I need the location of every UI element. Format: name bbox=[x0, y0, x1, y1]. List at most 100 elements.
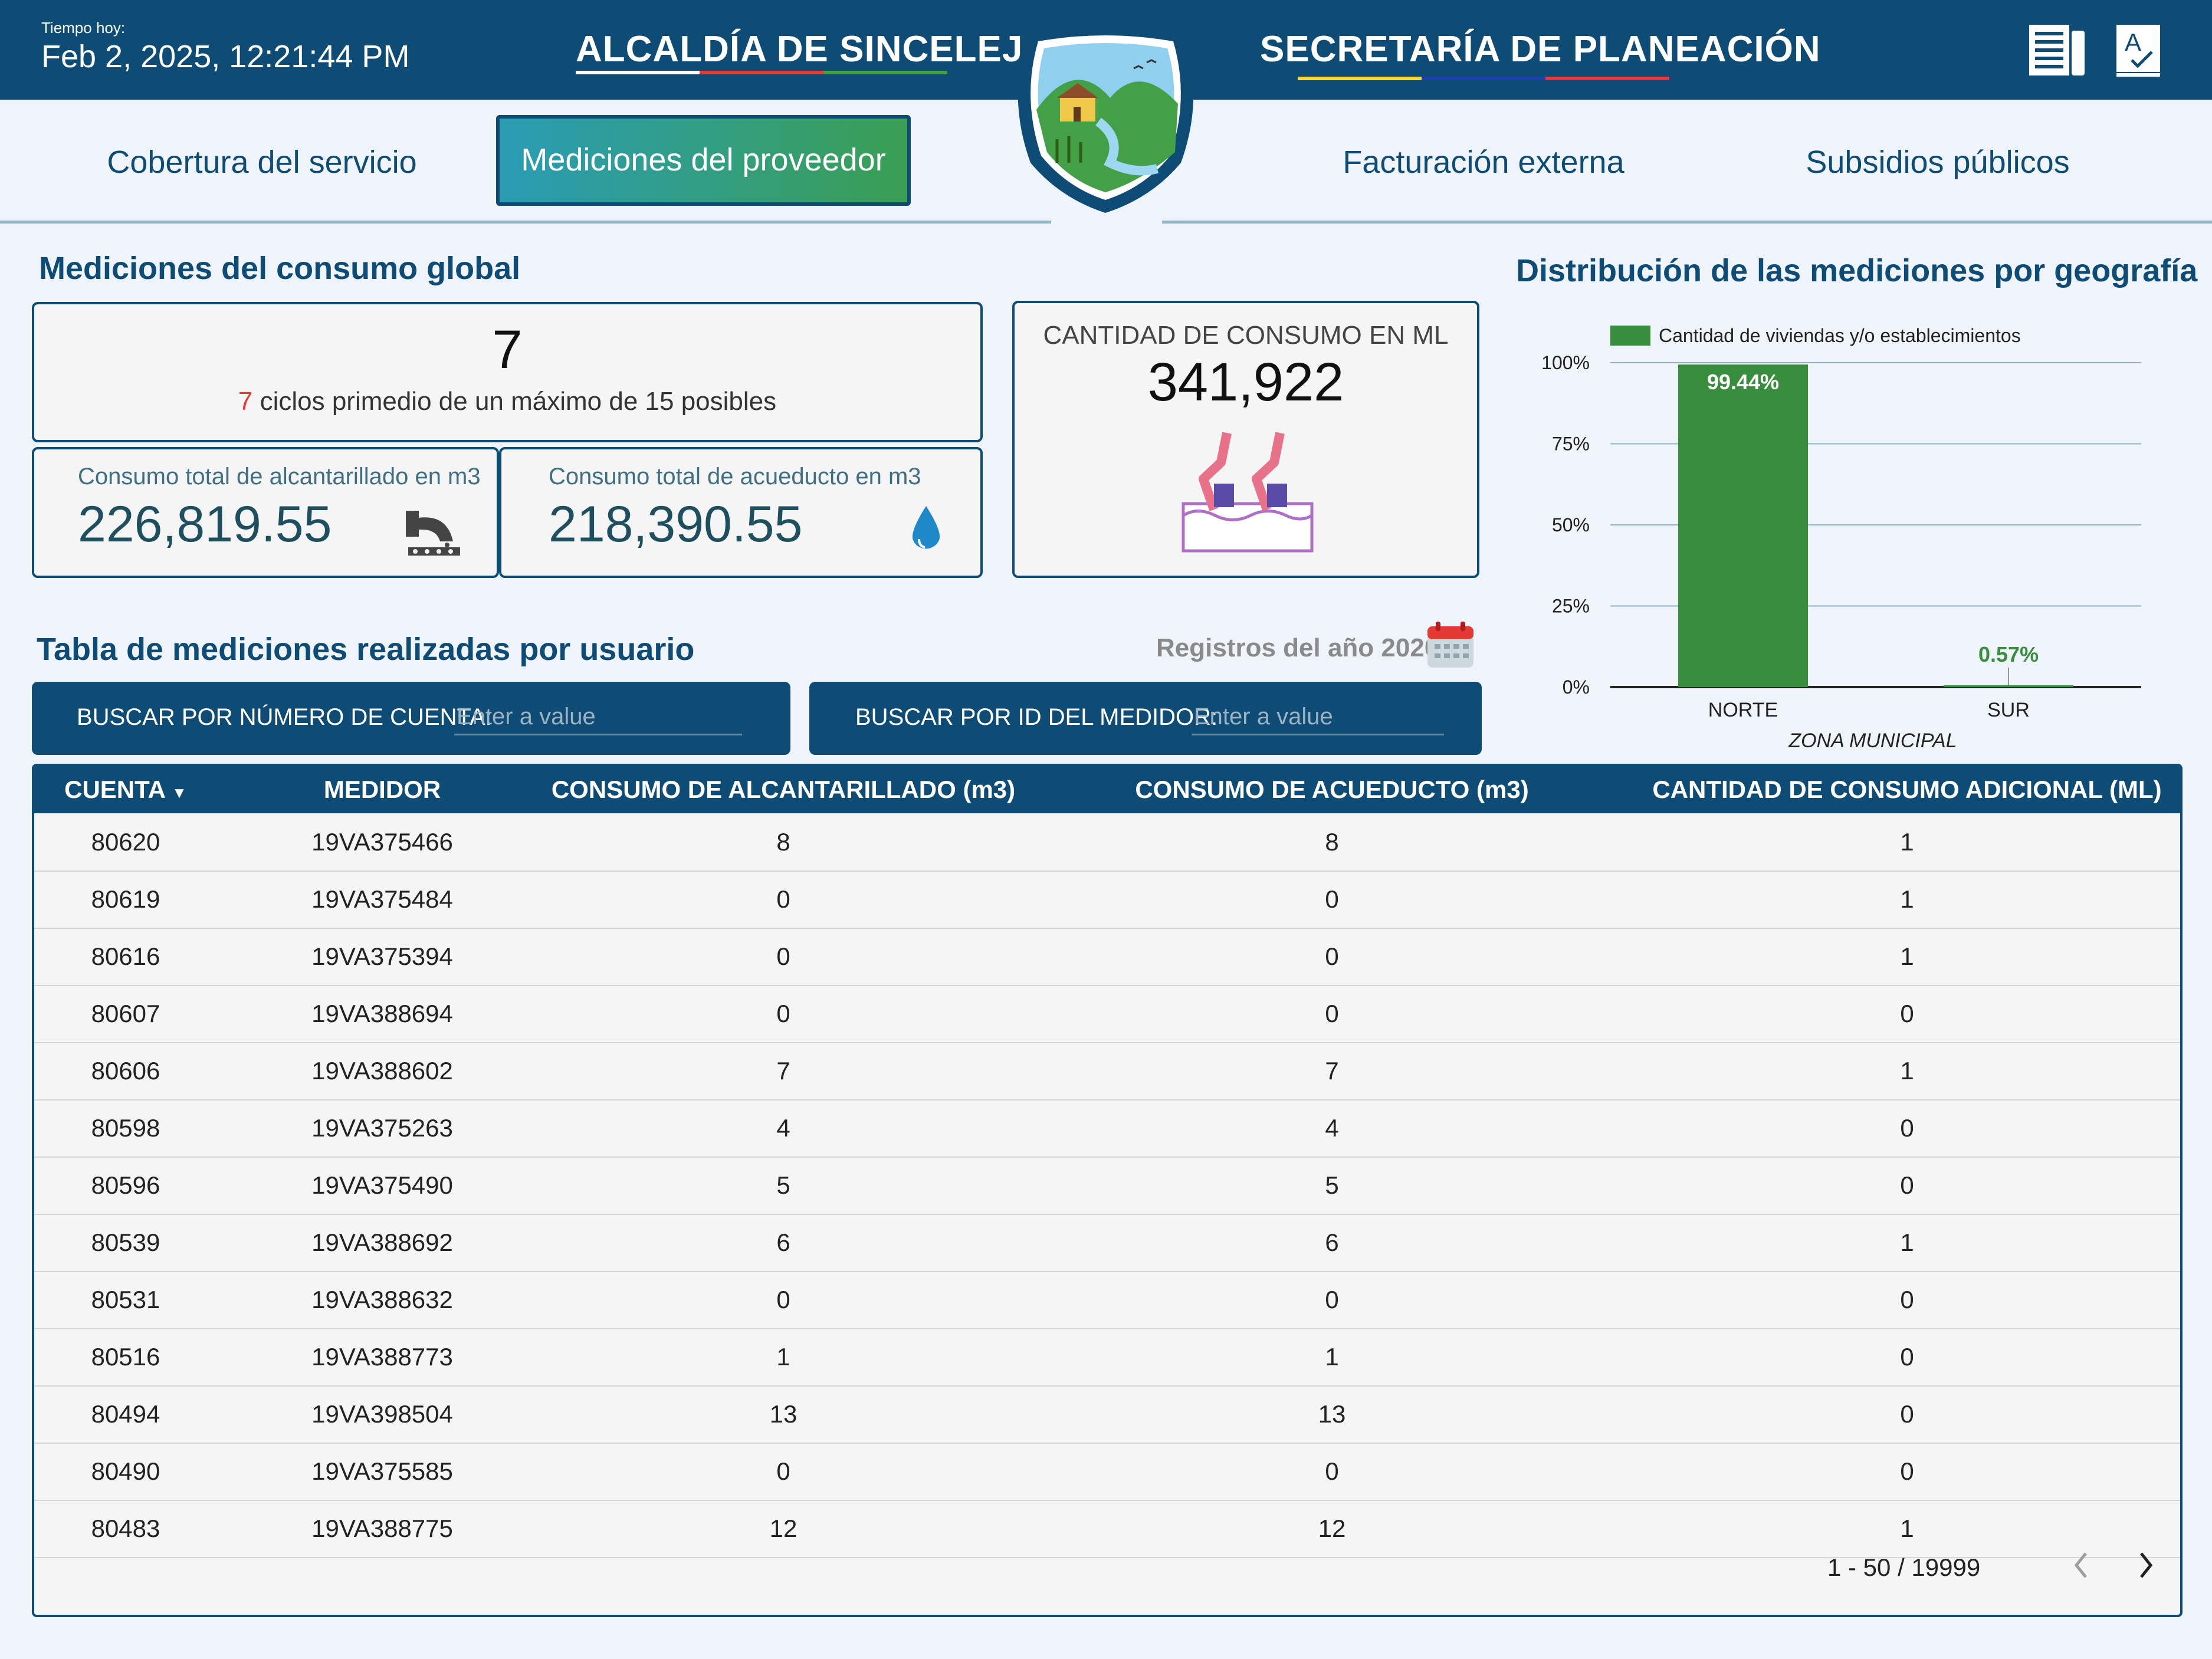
cell-cuenta: 80596 bbox=[91, 1171, 160, 1199]
cell-medidor: 19VA375484 bbox=[311, 885, 453, 913]
table-row[interactable]: 80596 19VA375490 5 5 0 bbox=[34, 1157, 2180, 1215]
cell-alcantarillado: 0 bbox=[776, 885, 790, 913]
cell-medidor: 19VA375263 bbox=[311, 1114, 453, 1142]
table-header: CUENTA ▼ MEDIDOR CONSUMO DE ALCANTARILLA… bbox=[34, 766, 2180, 813]
table-row[interactable]: 80531 19VA388632 0 0 0 bbox=[34, 1271, 2180, 1329]
table-row[interactable]: 80607 19VA388694 0 0 0 bbox=[34, 985, 2180, 1043]
table-row[interactable]: 80516 19VA388773 1 1 0 bbox=[34, 1328, 2180, 1387]
cell-consumo-adicional: 1 bbox=[1900, 942, 1914, 970]
ciclos-highlight: 7 bbox=[238, 387, 253, 416]
cell-alcantarillado: 6 bbox=[776, 1228, 790, 1256]
cell-medidor: 19VA388773 bbox=[311, 1343, 453, 1371]
tab-subsidios[interactable]: Subsidios públicos bbox=[1761, 118, 2115, 206]
cell-consumo-adicional: 0 bbox=[1900, 1000, 1914, 1027]
cell-medidor: 19VA375490 bbox=[311, 1171, 453, 1199]
time-label: Tiempo hoy: bbox=[41, 19, 126, 37]
tab-facturacion[interactable]: Facturación externa bbox=[1298, 118, 1669, 206]
cell-alcantarillado: 7 bbox=[776, 1057, 790, 1085]
cell-cuenta: 80531 bbox=[91, 1286, 160, 1313]
cell-consumo-adicional: 1 bbox=[1900, 828, 1914, 856]
bar-sur[interactable] bbox=[1944, 685, 2073, 687]
cell-acueducto: 0 bbox=[1325, 942, 1339, 970]
search-medidor-bar: BUSCAR POR ID DEL MEDIDOR: bbox=[809, 682, 1482, 755]
alcantarillado-value: 226,819.55 bbox=[78, 496, 332, 553]
registros-label: Registros del año 2020 bbox=[1156, 633, 1439, 662]
cell-cuenta: 80598 bbox=[91, 1114, 160, 1142]
table-row[interactable]: 80490 19VA375585 0 0 0 bbox=[34, 1443, 2180, 1501]
cell-cuenta: 80490 bbox=[91, 1457, 160, 1485]
cell-acueducto: 1 bbox=[1325, 1343, 1339, 1371]
cell-medidor: 19VA398504 bbox=[311, 1400, 453, 1428]
cell-acueducto: 13 bbox=[1318, 1400, 1346, 1428]
table-row[interactable]: 80598 19VA375263 4 4 0 bbox=[34, 1099, 2180, 1158]
left-title: ALCALDÍA DE SINCELEJO bbox=[576, 29, 1052, 70]
column-header-medidor[interactable]: MEDIDOR bbox=[258, 766, 506, 813]
column-header-alcantarillado[interactable]: CONSUMO DE ALCANTARILLADO (m3) bbox=[547, 766, 1019, 813]
tab-cobertura[interactable]: Cobertura del servicio bbox=[88, 118, 435, 206]
table-row[interactable]: 80616 19VA375394 0 0 1 bbox=[34, 928, 2180, 986]
cell-cuenta: 80516 bbox=[91, 1343, 160, 1371]
search-cuenta-bar: BUSCAR POR NÚMERO DE CUENTA: bbox=[32, 682, 790, 755]
cell-consumo-adicional: 1 bbox=[1900, 885, 1914, 913]
ciclos-value: 7 bbox=[492, 320, 523, 380]
cell-alcantarillado: 8 bbox=[776, 828, 790, 856]
alcantarillado-label: Consumo total de alcantarillado en m3 bbox=[78, 464, 481, 490]
ciclos-description: 7 ciclos primedio de un máximo de 15 pos… bbox=[34, 387, 980, 416]
ciclos-card: 7 7 ciclos primedio de un máximo de 15 p… bbox=[32, 302, 983, 442]
tab-mediciones[interactable]: Mediciones del proveedor bbox=[496, 115, 911, 206]
table-row[interactable]: 80619 19VA375484 0 0 1 bbox=[34, 870, 2180, 929]
pagination-label: 1 - 50 / 19999 bbox=[1827, 1553, 1981, 1581]
right-title: SECRETARÍA DE PLANEACIÓN bbox=[1260, 29, 1821, 70]
swimmers-icon bbox=[1180, 427, 1315, 557]
spellcheck-icon[interactable]: A bbox=[2115, 24, 2162, 78]
current-time: Feb 2, 2025, 12:21:44 PM bbox=[41, 39, 410, 74]
municipal-shield-logo bbox=[1010, 21, 1202, 216]
cell-cuenta: 80607 bbox=[91, 1000, 160, 1027]
ciclos-text: ciclos primedio de un máximo de 15 posib… bbox=[252, 387, 777, 416]
column-header-consumo-adicional[interactable]: CANTIDAD DE CONSUMO ADICIONAL (ML) bbox=[1627, 766, 2180, 813]
consumo-ml-value: 341,922 bbox=[1147, 352, 1344, 412]
nav-divider-right bbox=[1162, 221, 2212, 224]
table-row[interactable]: 80539 19VA388692 6 6 1 bbox=[34, 1214, 2180, 1272]
cell-acueducto: 0 bbox=[1325, 1457, 1339, 1485]
chart-title: Distribución de las mediciones por geogr… bbox=[1516, 253, 2198, 288]
column-header-cuenta[interactable]: CUENTA ▼ bbox=[58, 766, 193, 813]
cell-consumo-adicional: 0 bbox=[1900, 1171, 1914, 1199]
cell-alcantarillado: 0 bbox=[776, 1286, 790, 1313]
nav-divider-left bbox=[0, 221, 1051, 224]
cell-cuenta: 80494 bbox=[91, 1400, 160, 1428]
geography-bar-chart: Cantidad de viviendas y/o establecimient… bbox=[1541, 325, 2141, 752]
search-cuenta-label: BUSCAR POR NÚMERO DE CUENTA: bbox=[77, 704, 492, 730]
table-row[interactable]: 80483 19VA388775 12 12 1 bbox=[34, 1500, 2180, 1558]
cell-cuenta: 80539 bbox=[91, 1228, 160, 1256]
search-cuenta-input[interactable] bbox=[454, 699, 742, 735]
acueducto-value: 218,390.55 bbox=[549, 496, 803, 553]
cell-alcantarillado: 0 bbox=[776, 942, 790, 970]
previous-page-button[interactable] bbox=[2069, 1548, 2093, 1583]
y-tick-label: 75% bbox=[1552, 433, 1590, 455]
acueducto-card: Consumo total de acueducto en m3 218,390… bbox=[499, 447, 983, 578]
table-row[interactable]: 80620 19VA375466 8 8 1 bbox=[34, 813, 2180, 872]
next-page-button[interactable] bbox=[2134, 1548, 2158, 1583]
svg-text:A: A bbox=[2125, 28, 2141, 56]
column-header-acueducto[interactable]: CONSUMO DE ACUEDUCTO (m3) bbox=[1096, 766, 1568, 813]
mediciones-table: CUENTA ▼ MEDIDOR CONSUMO DE ALCANTARILLA… bbox=[32, 764, 2183, 1617]
cell-acueducto: 8 bbox=[1325, 828, 1339, 856]
table-row[interactable]: 80606 19VA388602 7 7 1 bbox=[34, 1042, 2180, 1100]
cell-medidor: 19VA375466 bbox=[311, 828, 453, 856]
x-axis-title: ZONA MUNICIPAL bbox=[1788, 730, 1957, 752]
sort-desc-icon[interactable]: ▼ bbox=[172, 784, 187, 801]
water-drop-icon bbox=[908, 504, 944, 557]
acueducto-label: Consumo total de acueducto en m3 bbox=[549, 464, 921, 490]
bar-norte[interactable] bbox=[1678, 364, 1808, 687]
cell-acueducto: 5 bbox=[1325, 1171, 1339, 1199]
cell-medidor: 19VA388775 bbox=[311, 1515, 453, 1542]
table-row[interactable]: 80494 19VA398504 13 13 0 bbox=[34, 1385, 2180, 1444]
report-icon[interactable] bbox=[2028, 24, 2087, 78]
cell-medidor: 19VA388694 bbox=[311, 1000, 453, 1027]
cell-acueducto: 6 bbox=[1325, 1228, 1339, 1256]
sewer-pipe-icon bbox=[406, 506, 462, 558]
calendar-icon[interactable] bbox=[1426, 620, 1475, 669]
search-medidor-input[interactable] bbox=[1192, 699, 1444, 735]
y-tick-label: 100% bbox=[1541, 352, 1590, 373]
